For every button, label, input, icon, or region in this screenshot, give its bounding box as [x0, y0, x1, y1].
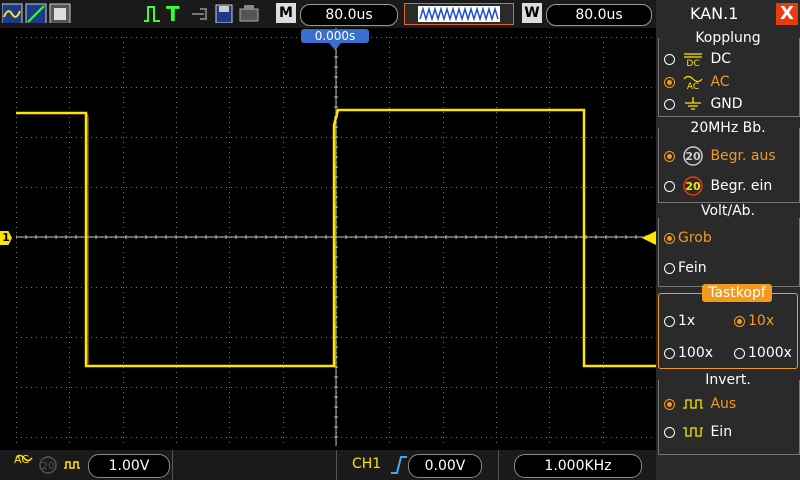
volt-section — [658, 218, 800, 287]
radio-icon — [664, 347, 675, 359]
ch1-ground-marker[interactable]: 1 — [0, 231, 12, 245]
normal-wave-icon — [683, 399, 704, 409]
radio-icon — [664, 232, 675, 244]
window-button[interactable]: W — [522, 3, 542, 23]
radio-icon — [664, 76, 675, 88]
radio-icon — [664, 53, 675, 65]
window-timebase-display[interactable]: 80.0us — [546, 4, 652, 26]
radio-icon — [664, 180, 675, 192]
timebase-display[interactable]: 80.0us — [300, 4, 398, 26]
radio-icon — [664, 315, 675, 327]
trigger-status-icon: T — [166, 2, 180, 26]
trigger-position-pointer — [329, 43, 341, 50]
ground-icon — [685, 97, 702, 110]
separator — [172, 450, 173, 480]
svg-text:20: 20 — [42, 461, 55, 472]
radio-icon — [664, 398, 675, 410]
kopplung-header: Kopplung — [656, 30, 800, 46]
trigger-edge-icon — [144, 6, 160, 22]
invert-section — [658, 380, 800, 455]
svg-text:AC: AC — [687, 82, 699, 90]
separator — [336, 450, 337, 480]
option-invert-off[interactable]: Aus — [664, 396, 736, 412]
ac-coupling-icon: AC — [683, 75, 703, 90]
channel-menu: KAN.1 X Kopplung DC DC AC AC GND 20MHz B… — [656, 0, 800, 480]
radio-icon — [664, 426, 675, 438]
option-ac[interactable]: AC AC — [664, 74, 730, 90]
bw-limit-on-icon: 20 — [683, 176, 704, 196]
dc-coupling-icon: DC — [684, 53, 703, 67]
ch1-scale-display[interactable]: 1.00V — [88, 454, 170, 478]
bottom-status-bar: AC 20 1.00V CH1 0.00V 1.000KHz — [0, 450, 656, 480]
option-fine[interactable]: Fein — [664, 260, 707, 276]
option-invert-on[interactable]: Ein — [664, 424, 732, 440]
menu-title: KAN.1 — [690, 4, 739, 23]
waveform-display — [16, 28, 656, 446]
option-probe-1000x[interactable]: 1000x — [734, 345, 792, 361]
close-button[interactable]: X — [776, 3, 798, 25]
option-bw-limit-off[interactable]: 20 Begr. aus — [664, 145, 776, 167]
waveform-window-icon[interactable] — [404, 3, 514, 25]
trigger-level-marker[interactable] — [642, 231, 656, 245]
option-dc[interactable]: DC DC — [664, 51, 731, 67]
menu-header: KAN.1 X — [656, 0, 800, 28]
inverted-wave-icon — [683, 427, 704, 437]
invert-header: Invert. — [656, 372, 800, 388]
svg-text:20: 20 — [686, 150, 702, 163]
trigger-position-marker[interactable]: 0.000s — [301, 29, 369, 43]
mode-button[interactable]: M — [276, 3, 296, 23]
bw-limit-off-icon: 20 — [683, 146, 704, 166]
top-toolbar: T M 80.0us W 80.0us — [0, 0, 656, 28]
option-probe-1x[interactable]: 1x — [664, 313, 695, 329]
radio-icon — [734, 315, 745, 327]
svg-text:20: 20 — [686, 180, 702, 193]
channel-status-icons: 20 — [15, 454, 80, 474]
option-bw-limit-on[interactable]: 20 Begr. ein — [664, 175, 772, 197]
option-coarse[interactable]: Grob — [664, 230, 712, 246]
volt-header: Volt/Ab. — [656, 203, 800, 219]
mode-icons[interactable] — [2, 3, 72, 23]
radio-icon — [734, 347, 745, 359]
trigger-source-label: CH1 — [352, 456, 382, 472]
frequency-display: 1.000KHz — [514, 454, 642, 478]
option-probe-100x[interactable]: 100x — [664, 345, 713, 361]
radio-icon — [664, 98, 675, 110]
rising-edge-icon — [391, 456, 407, 474]
separator — [498, 450, 499, 480]
option-gnd[interactable]: GND — [664, 96, 743, 112]
radio-icon — [664, 262, 675, 274]
probe-header: Tastkopf — [702, 284, 772, 302]
waveform-grid — [16, 28, 656, 446]
radio-icon — [664, 150, 675, 162]
device-status-icons — [192, 4, 259, 23]
bandwidth-header: 20MHz Bb. — [656, 120, 800, 136]
svg-text:DC: DC — [687, 59, 700, 67]
option-probe-10x[interactable]: 10x — [734, 313, 774, 329]
trigger-level-display[interactable]: 0.00V — [408, 454, 482, 478]
